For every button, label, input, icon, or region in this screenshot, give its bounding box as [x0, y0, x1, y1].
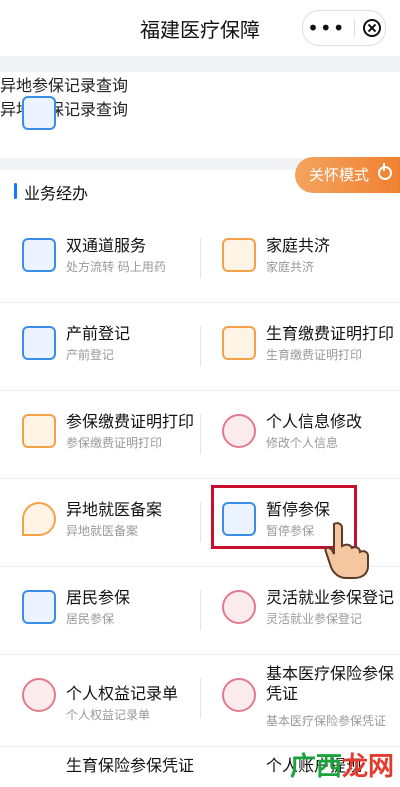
service-title: 生育缴费证明打印: [266, 324, 395, 343]
home-icon: [222, 238, 256, 272]
watermark-text-red: 龙网: [341, 752, 394, 782]
service-dual-channel[interactable]: 双通道服务 处方流转 码上用药: [0, 214, 200, 302]
service-subtitle: 参保缴费证明打印: [66, 436, 163, 450]
service-subtitle: 灵活就业参保登记: [266, 612, 363, 626]
service-subtitle: 异地就医备案: [66, 524, 139, 538]
service-row: 参保缴费证明打印 参保缴费证明打印 个人信息修改 修改个人信息: [0, 390, 400, 479]
service-title: 基本医疗保险参保凭证: [266, 664, 395, 703]
remote-insurance-query-item[interactable]: 异地参保记录查询 异地参保记录查询: [0, 72, 400, 159]
close-icon[interactable]: [362, 19, 381, 37]
service-title: 个人权益记录单: [66, 684, 179, 703]
service-subtitle: 个人权益记录单: [66, 708, 151, 722]
service-title: 产前登记: [66, 324, 131, 343]
service-subtitle: 生育缴费证明打印: [266, 348, 363, 362]
user-edit-icon: [22, 678, 56, 712]
item-subtitle: 异地参保记录查询: [0, 100, 129, 119]
service-prenatal-registration[interactable]: 产前登记 产前登记: [0, 302, 200, 390]
id-card-icon: [22, 96, 56, 130]
service-remote-medical-filing[interactable]: 异地就医备案 异地就医备案: [0, 478, 200, 566]
service-subtitle: 产前登记: [66, 348, 115, 362]
care-mode-label: 关怀模式: [309, 166, 370, 184]
printer-icon: [22, 414, 56, 448]
service-title: 异地就医备案: [66, 500, 163, 519]
user-edit-icon: [222, 414, 256, 448]
service-resident-insurance[interactable]: 居民参保 居民参保: [0, 566, 200, 654]
service-subtitle: 处方流转 码上用药: [66, 260, 166, 274]
service-maternity-payment-print[interactable]: 生育缴费证明打印 生育缴费证明打印: [200, 302, 400, 390]
watermark: 广西龙网: [290, 746, 394, 783]
service-insurance-payment-print[interactable]: 参保缴费证明打印 参保缴费证明打印: [0, 390, 200, 478]
service-row: 双通道服务 处方流转 码上用药 家庭共济 家庭共济: [0, 214, 400, 303]
care-mode-button[interactable]: 关怀模式: [295, 157, 400, 193]
capsule-divider: [353, 19, 355, 37]
watermark-text-green: 广西: [289, 752, 342, 782]
service-title: 灵活就业参保登记: [266, 588, 395, 607]
section-title: 业务经办: [14, 180, 88, 204]
service-personal-info-edit[interactable]: 个人信息修改 修改个人信息: [200, 390, 400, 478]
user-edit-icon: [222, 678, 256, 712]
id-card-icon: [22, 590, 56, 624]
service-subtitle: 家庭共济: [266, 260, 315, 274]
rx-icon: [22, 238, 56, 272]
service-title: 家庭共济: [266, 236, 331, 255]
service-maternity-insurance-certificate[interactable]: 生育保险参保凭证: [0, 746, 200, 787]
power-icon: [378, 163, 392, 180]
service-title: 居民参保: [66, 588, 131, 607]
location-plus-icon: [22, 502, 56, 536]
service-row: 个人权益记录单 个人权益记录单 基本医疗保险参保凭证 基本医疗保险参保凭证: [0, 654, 400, 747]
pointing-hand-icon: [324, 522, 369, 579]
item-title: 异地参保记录查询: [0, 76, 129, 95]
service-personal-rights-record[interactable]: 个人权益记录单 个人权益记录单: [0, 654, 200, 742]
service-row: 产前登记 产前登记 生育缴费证明打印 生育缴费证明打印: [0, 302, 400, 391]
service-subtitle: 修改个人信息: [266, 436, 339, 450]
service-title: 个人信息修改: [266, 412, 363, 431]
more-icon[interactable]: •••: [307, 11, 345, 45]
printer-icon: [222, 326, 256, 360]
top-navigation-bar: 福建医疗保障 •••: [0, 0, 400, 57]
prenatal-icon: [22, 326, 56, 360]
miniprogram-capsule: •••: [302, 10, 386, 46]
user-edit-icon: [222, 590, 256, 624]
service-subtitle: 基本医疗保险参保凭证: [266, 714, 387, 728]
service-family-mutual-aid[interactable]: 家庭共济 家庭共济: [200, 214, 400, 302]
service-title: 双通道服务: [66, 236, 147, 255]
service-subtitle: 居民参保: [66, 612, 115, 626]
service-title: 生育保险参保凭证: [66, 756, 195, 775]
service-title: 参保缴费证明打印: [66, 412, 195, 431]
service-basic-medical-insurance-certificate[interactable]: 基本医疗保险参保凭证 基本医疗保险参保凭证: [200, 654, 400, 742]
spacer: [0, 56, 400, 72]
